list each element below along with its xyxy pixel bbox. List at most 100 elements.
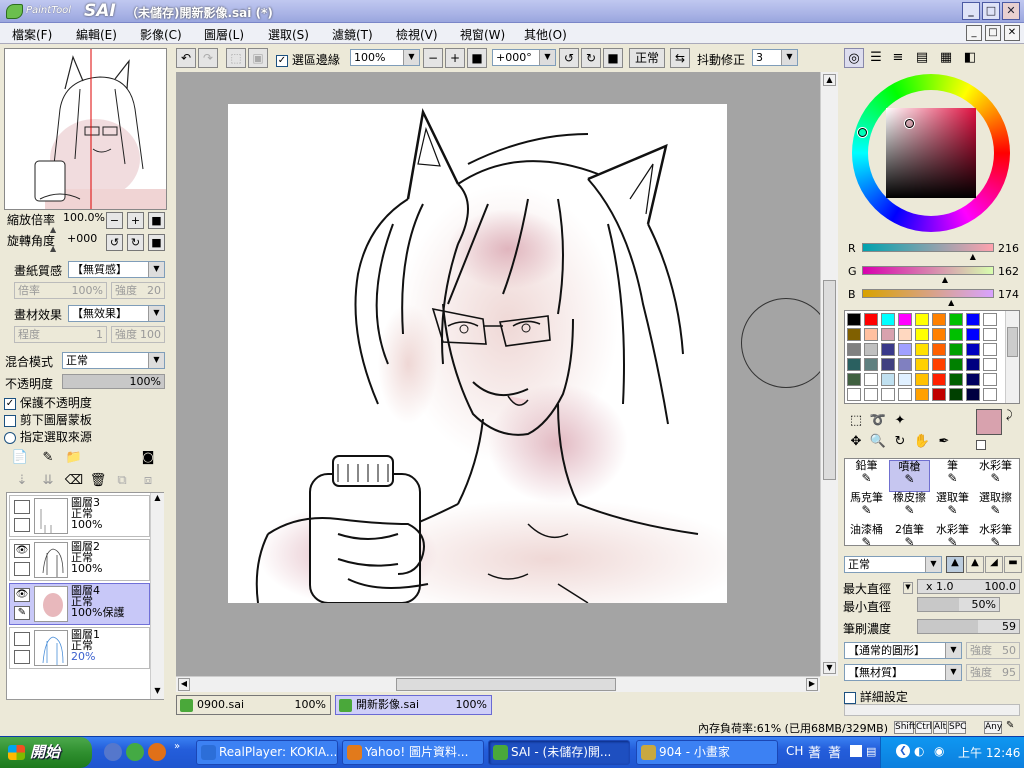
horizontal-scroll-thumb[interactable]: [396, 678, 616, 691]
palette-swatch[interactable]: [983, 358, 997, 371]
menu-image[interactable]: 影像(C): [140, 26, 182, 43]
move-icon[interactable]: ✥: [846, 432, 866, 452]
size-dropdown-icon[interactable]: ▼: [903, 582, 913, 594]
r-value[interactable]: 216: [998, 242, 1019, 255]
palette-swatch[interactable]: [898, 358, 912, 371]
opacity-slider[interactable]: 100%: [62, 374, 165, 389]
primary-color-swatch[interactable]: [976, 409, 1002, 435]
show-desktop-icon[interactable]: [104, 743, 122, 761]
menu-window[interactable]: 視窗(W): [460, 26, 505, 43]
brush-texture-select[interactable]: 【無材質】 ▼: [844, 664, 962, 681]
palette-swatch[interactable]: [983, 388, 997, 401]
quicklaunch-icon[interactable]: [126, 743, 144, 761]
palette-swatch[interactable]: [949, 388, 963, 401]
brush-effect-select[interactable]: 【無效果】 ▼: [68, 305, 165, 322]
taskbar-button[interactable]: 904 - 小畫家: [636, 740, 778, 765]
palette-swatch[interactable]: [864, 343, 878, 356]
doc-restore-button[interactable]: □: [985, 25, 1001, 41]
palette-swatch[interactable]: [932, 358, 946, 371]
zoom-reset-button[interactable]: ■: [148, 212, 165, 229]
tool-6[interactable]: 選取筆 ✎: [932, 492, 973, 524]
tool-4[interactable]: 馬克筆 ✎: [846, 492, 887, 524]
tray-app-icon[interactable]: ◐: [914, 744, 924, 758]
palette-swatch[interactable]: [966, 358, 980, 371]
scroll-down-icon[interactable]: ▼: [823, 662, 836, 674]
undo-button[interactable]: ↶: [176, 48, 196, 68]
tool-5[interactable]: 橡皮擦 ✎: [889, 492, 930, 524]
paper-texture-select[interactable]: 【無質感】 ▼: [68, 261, 165, 278]
tool-0[interactable]: 鉛筆 ✎: [846, 460, 887, 492]
new-layer-icon[interactable]: 📄: [10, 448, 30, 468]
palette-swatch[interactable]: [915, 373, 929, 386]
angle-select[interactable]: +000° ▼: [492, 49, 556, 66]
palette-swatch[interactable]: [915, 358, 929, 371]
scroll-right-icon[interactable]: ▶: [806, 678, 818, 691]
selection-source-radio[interactable]: 指定選取來源: [4, 428, 92, 445]
palette-swatch[interactable]: [847, 373, 861, 386]
tray-expand-icon[interactable]: ❮: [896, 744, 910, 758]
palette-swatch[interactable]: [898, 328, 912, 341]
clear-layer-icon[interactable]: ⌫: [64, 471, 84, 491]
layer-list-scrollbar[interactable]: ▲ ▼: [150, 493, 164, 699]
rotate-slider-thumb[interactable]: ▲: [50, 244, 56, 253]
palette-swatch[interactable]: [847, 388, 861, 401]
palette-swatch[interactable]: [983, 373, 997, 386]
rotate-cw-button[interactable]: ↻: [127, 234, 144, 251]
palette-swatch[interactable]: [932, 328, 946, 341]
palette-swatch[interactable]: [864, 313, 878, 326]
zoom-in-button[interactable]: +: [127, 212, 144, 229]
magic-wand-icon[interactable]: ✦: [890, 411, 910, 431]
palette-swatch[interactable]: [864, 328, 878, 341]
brush-edge-soft-icon[interactable]: ◢: [985, 556, 1003, 573]
rotate-ccw-button[interactable]: ↺: [106, 234, 123, 251]
palette-swatch[interactable]: [915, 343, 929, 356]
drawing-canvas[interactable]: [228, 104, 727, 603]
zoom-value[interactable]: 100.0%: [63, 211, 105, 224]
transparent-color-icon[interactable]: [976, 440, 986, 450]
vertical-scrollbar[interactable]: ▲ ▼: [820, 72, 838, 676]
menu-file[interactable]: 檔案(F): [12, 26, 52, 43]
transfer-down-icon[interactable]: ⇣: [12, 471, 32, 491]
palette-swatch[interactable]: [898, 373, 912, 386]
b-slider-thumb[interactable]: ▲: [948, 298, 954, 307]
pen-icon[interactable]: ✎: [14, 606, 30, 620]
vertical-scroll-thumb[interactable]: [823, 280, 836, 480]
color-wheel-icon[interactable]: ◎: [844, 48, 864, 68]
scroll-left-icon[interactable]: ◀: [178, 678, 190, 691]
quicklaunch-expand-icon[interactable]: »: [174, 741, 180, 752]
menu-filter[interactable]: 濾鏡(T): [332, 26, 373, 43]
rgb-slider-icon[interactable]: ☰: [866, 48, 886, 68]
menu-layer[interactable]: 圖層(L): [204, 26, 244, 43]
palette-swatch[interactable]: [881, 328, 895, 341]
deselect-button[interactable]: ⬚: [226, 48, 246, 68]
palette-swatch[interactable]: [949, 373, 963, 386]
lock-toggle[interactable]: [14, 650, 30, 664]
document-tab-new-image[interactable]: 開新影像.sai 100%: [335, 695, 492, 715]
ime-toggle-icon[interactable]: [850, 745, 862, 757]
min-size-slider[interactable]: 50%: [917, 597, 1000, 612]
menu-other[interactable]: 其他(O): [524, 26, 567, 43]
zoom-out-button[interactable]: −: [106, 212, 123, 229]
invert-selection-button[interactable]: ▣: [248, 48, 268, 68]
ime-mode-icon[interactable]: 蓍: [828, 742, 841, 761]
tool-10[interactable]: 水彩筆 ✎: [932, 524, 973, 546]
clock[interactable]: 上午 12:46: [958, 744, 1020, 761]
taskbar-button[interactable]: Yahoo! 圖片資料...: [342, 740, 484, 765]
palette-swatch[interactable]: [847, 313, 861, 326]
toolbar-rotate-ccw-button[interactable]: ↺: [559, 48, 579, 68]
lasso-icon[interactable]: ➰: [868, 411, 888, 431]
palette-swatch[interactable]: [864, 373, 878, 386]
palette-swatch[interactable]: [932, 343, 946, 356]
brush-edge-hard-icon[interactable]: ▲: [946, 556, 964, 573]
toolbar-rotate-reset-button[interactable]: ■: [603, 48, 623, 68]
tool-7[interactable]: 選取擦 ✎: [975, 492, 1016, 524]
rotate-reset-button[interactable]: ■: [148, 234, 165, 251]
flatten-icon[interactable]: ⧈: [138, 471, 158, 491]
brush-tool-grid[interactable]: 鉛筆 ✎ 噴槍 ✎ 筆 ✎ 水彩筆 ✎ 馬克筆 ✎ 橡皮擦 ✎ 選取筆 ✎ 選取擦 ✎ 油漆桶 ✎ 2值筆 ✎ 水彩筆 ✎…: [844, 458, 1020, 546]
hue-picker-marker[interactable]: [858, 128, 867, 137]
eyedropper-icon[interactable]: ✒: [934, 432, 954, 452]
r-slider-thumb[interactable]: ▲: [970, 252, 976, 261]
swap-colors-icon[interactable]: ⤸: [1006, 408, 1013, 422]
color-mixer-icon[interactable]: ▤: [912, 48, 932, 68]
doc-minimize-button[interactable]: _: [966, 25, 982, 41]
